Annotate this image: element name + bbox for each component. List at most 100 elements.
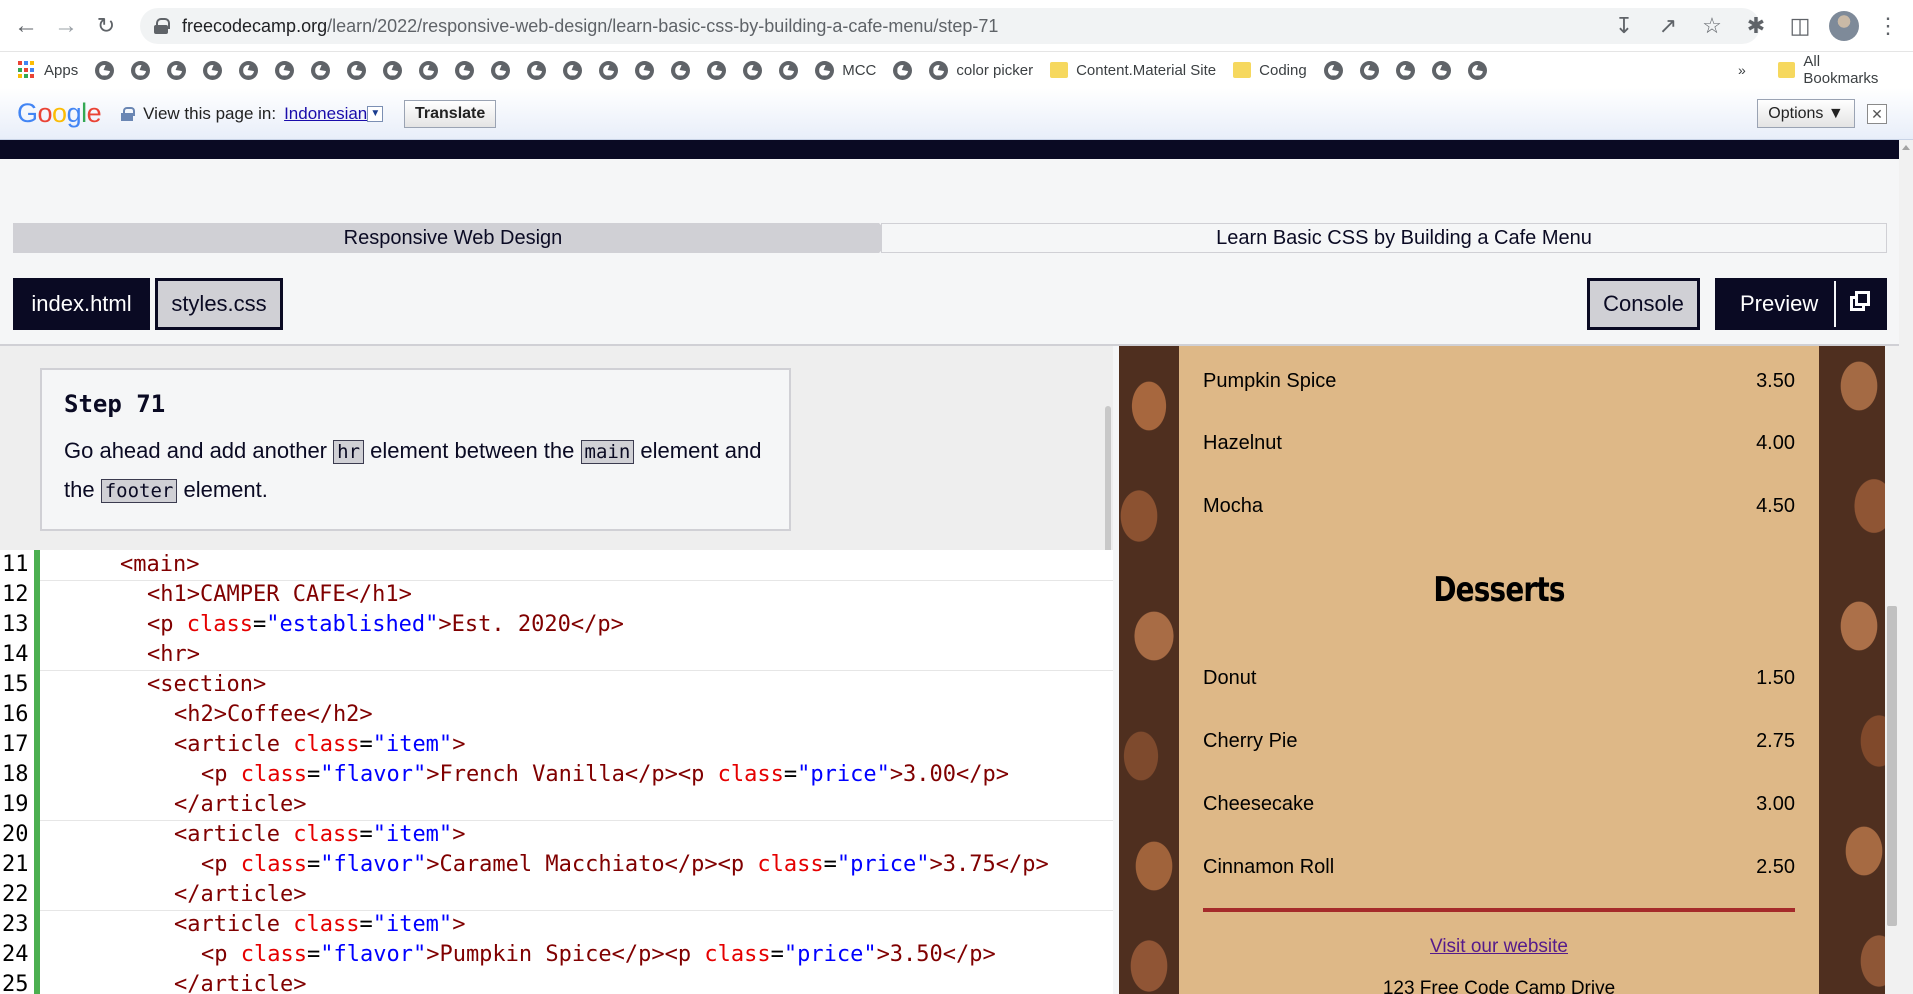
tab-styles-css[interactable]: styles.css (155, 278, 283, 330)
code-token: >Pumpkin Spice</p><p (426, 942, 705, 967)
bookmark-globe[interactable] (563, 52, 583, 88)
code-line[interactable]: 18 <p class="flavor">French Vanilla</p><p… (0, 760, 1113, 790)
reload-icon[interactable]: ↻ (86, 6, 126, 46)
code-token: <article (174, 732, 294, 757)
bookmark-all-bookmarks[interactable]: All Bookmarks (1778, 52, 1896, 88)
bookmark-mcc[interactable]: MCC (815, 52, 876, 88)
scrollbar-thumb[interactable] (1887, 606, 1897, 926)
bookmark-globe[interactable] (707, 52, 727, 88)
profile-avatar[interactable] (1829, 11, 1859, 41)
bookmark-globe[interactable] (275, 52, 295, 88)
code-token: = (306, 762, 321, 787)
instructions-scrollbar[interactable] (1105, 406, 1111, 556)
code-line[interactable]: 12 <h1>CAMPER CAFE</h1> (0, 580, 1113, 610)
code-line[interactable]: 19 </article> (0, 790, 1113, 820)
bookmark-globe[interactable] (779, 52, 799, 88)
line-number: 23 (2, 912, 29, 937)
back-icon[interactable]: ← (6, 6, 46, 46)
bookmark-content-material[interactable]: Content.Material Site (1050, 52, 1216, 88)
bookmark-globe[interactable] (203, 52, 223, 88)
bookmark-globe[interactable] (383, 52, 403, 88)
code-token: "flavor" (320, 852, 427, 877)
bookmark-globe[interactable] (419, 52, 439, 88)
scroll-up-icon[interactable] (1902, 145, 1910, 150)
code-line[interactable]: 11 <main> (0, 550, 1113, 580)
globe-icon (563, 60, 583, 80)
code-line[interactable]: 13 <p class="established">Est. 2020</p> (0, 610, 1113, 640)
code-line[interactable]: 14 <hr> (0, 640, 1113, 670)
language-link[interactable]: Indonesian (284, 104, 367, 123)
bookmark-globe[interactable] (131, 52, 151, 88)
breadcrumb-superblock[interactable]: Responsive Web Design (13, 223, 893, 253)
line-number: 18 (2, 762, 29, 787)
globe-icon (347, 60, 367, 80)
code-line[interactable]: 17 <article class="item"> (0, 730, 1113, 760)
pop-out-preview-icon[interactable] (1834, 281, 1884, 327)
link-text[interactable]: Visit our website (1430, 936, 1568, 957)
bookmark-globe[interactable] (239, 52, 259, 88)
tab-label: Console (1603, 291, 1684, 316)
bookmark-apps[interactable]: Apps (18, 52, 78, 88)
url-text[interactable]: freecodecamp.org/learn/2022/responsive-w… (182, 16, 998, 37)
bookmark-globe[interactable] (635, 52, 655, 88)
kebab-menu-icon[interactable]: ⋮ (1873, 8, 1903, 44)
bookmark-globe[interactable] (599, 52, 619, 88)
bookmark-globe[interactable] (455, 52, 475, 88)
bookmark-globe[interactable] (95, 52, 115, 88)
install-icon[interactable]: ↧ (1609, 8, 1639, 44)
code-line[interactable]: 21 <p class="flavor">Caramel Macchiato</p… (0, 850, 1113, 880)
preview-button[interactable]: Preview (1715, 278, 1887, 330)
menu-item: Mocha 4.50 (1203, 495, 1795, 525)
bookmark-coding[interactable]: Coding (1233, 52, 1307, 88)
code-line[interactable]: 25 </article> (0, 970, 1113, 994)
close-icon[interactable]: ✕ (1867, 104, 1887, 124)
bookmark-globe[interactable] (1359, 52, 1379, 88)
bookmark-globe[interactable] (1395, 52, 1415, 88)
code-line[interactable]: 16 <h2>Coffee</h2> (0, 700, 1113, 730)
address-bar[interactable]: freecodecamp.org/learn/2022/responsive-w… (140, 8, 1760, 44)
bookmark-globe[interactable] (1467, 52, 1487, 88)
bookmark-globe[interactable] (347, 52, 367, 88)
bookmark-color-picker[interactable]: color picker (929, 52, 1033, 88)
desc-text: element. (177, 477, 268, 502)
code-line[interactable]: 15 <section> (0, 670, 1113, 700)
dropdown-caret-icon[interactable]: ▼ (367, 106, 384, 123)
preview-scrollbar[interactable] (1885, 346, 1899, 994)
translate-button[interactable]: Translate (404, 100, 497, 128)
side-panel-icon[interactable]: ◫ (1785, 8, 1815, 44)
bookmark-label: Apps (44, 61, 79, 79)
bookmark-globe[interactable] (311, 52, 331, 88)
globe-icon (1359, 60, 1379, 80)
visit-website-link[interactable]: Visit our website (1179, 936, 1819, 958)
lock-icon[interactable] (154, 18, 170, 34)
code-token: <p (201, 942, 241, 967)
code-line[interactable]: 23 <article class="item"> (0, 910, 1113, 940)
bookmark-globe[interactable] (671, 52, 691, 88)
star-icon[interactable]: ☆ (1697, 8, 1727, 44)
code-token: "item" (372, 732, 453, 757)
forward-icon[interactable]: → (46, 6, 86, 46)
language-select[interactable]: Indonesian ▼ (284, 104, 384, 124)
page-scrollbar[interactable] (1899, 140, 1913, 994)
extensions-icon[interactable]: ✱ (1741, 8, 1771, 44)
bookmark-globe[interactable] (893, 52, 913, 88)
options-button[interactable]: Options ▼ (1757, 99, 1855, 128)
code-line[interactable]: 22 </article> (0, 880, 1113, 910)
console-button[interactable]: Console (1587, 278, 1700, 330)
bookmark-globe[interactable] (527, 52, 547, 88)
bookmark-globe[interactable] (1431, 52, 1451, 88)
code-line[interactable]: 20 <article class="item"> (0, 820, 1113, 850)
share-icon[interactable]: ↗ (1653, 8, 1683, 44)
code-line[interactable]: 24 <p class="flavor">Pumpkin Spice</p><p … (0, 940, 1113, 970)
code-text: </article> (174, 790, 306, 820)
tab-index-html[interactable]: index.html (13, 278, 150, 330)
globe-icon (779, 60, 799, 80)
bookmark-globe[interactable] (167, 52, 187, 88)
code-editor[interactable]: 11 <main> 12 <h1>CAMPER CAFE</h1> 13 <p cla… (0, 550, 1113, 994)
bookmark-globe[interactable] (1323, 52, 1343, 88)
bookmark-globe[interactable] (743, 52, 763, 88)
code-token: <p (201, 852, 241, 877)
bookmarks-overflow[interactable]: » (1738, 52, 1746, 88)
bookmark-globe[interactable] (491, 52, 511, 88)
breadcrumb-block[interactable]: Learn Basic CSS by Building a Cafe Menu (881, 223, 1887, 253)
